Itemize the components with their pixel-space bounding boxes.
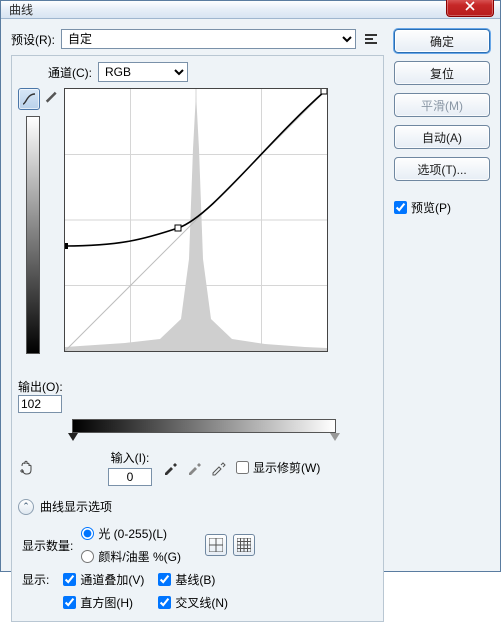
histogram-label: 直方图(H) <box>80 594 133 611</box>
auto-button[interactable]: 自动(A) <box>394 125 490 149</box>
pigment-radio-label: 颜料/油墨 %(G) <box>98 548 181 565</box>
channel-label: 通道(C): <box>48 64 92 81</box>
reset-button[interactable]: 复位 <box>394 61 490 85</box>
target-adjust-button[interactable] <box>18 457 36 478</box>
curves-panel: 通道(C): RGB <box>11 55 384 622</box>
options-button[interactable]: 选项(T)... <box>394 157 490 181</box>
channel-overlay-label: 通道叠加(V) <box>80 571 144 588</box>
curve-tool-icon <box>22 92 36 106</box>
input-label: 输入(I): <box>111 449 150 466</box>
intersection-label: 交叉线(N) <box>175 594 228 611</box>
histogram-checkbox[interactable] <box>63 596 76 609</box>
smooth-button[interactable]: 平滑(M) <box>394 93 490 117</box>
window-title: 曲线 <box>9 1 33 18</box>
curve-graph[interactable] <box>64 88 328 352</box>
show-amount-label: 显示数量: <box>22 537 73 554</box>
chevron-up-icon: ⌃ <box>22 501 30 512</box>
black-eyedropper-icon[interactable] <box>162 460 178 476</box>
channel-select[interactable]: RGB <box>98 62 188 82</box>
output-gradient[interactable] <box>26 116 40 354</box>
pencil-tool-button[interactable] <box>42 88 62 108</box>
baseline-label: 基线(B) <box>175 571 215 588</box>
close-icon <box>465 1 475 11</box>
ok-button[interactable]: 确定 <box>394 29 490 53</box>
show-clipping-label: 显示修剪(W) <box>253 459 320 476</box>
grid-fine-icon <box>237 538 251 552</box>
black-point-slider[interactable] <box>68 433 78 441</box>
preset-select[interactable]: 自定 <box>61 29 356 49</box>
preview-label: 预览(P) <box>411 199 451 216</box>
preview-checkbox[interactable] <box>394 201 407 214</box>
titlebar: 曲线 <box>1 1 500 19</box>
show-clipping-checkbox[interactable] <box>236 461 249 474</box>
curve-tool-button[interactable] <box>18 88 40 110</box>
pigment-radio[interactable] <box>81 550 94 563</box>
grid-coarse-button[interactable] <box>205 534 227 556</box>
grid-coarse-icon <box>209 538 223 552</box>
hand-icon <box>18 457 36 475</box>
intersection-checkbox[interactable] <box>158 596 171 609</box>
light-radio-label: 光 (0-255)(L) <box>98 525 167 542</box>
input-field[interactable] <box>108 468 152 486</box>
white-point-slider[interactable] <box>330 433 340 441</box>
show-label: 显示: <box>22 571 49 588</box>
output-field[interactable] <box>18 395 62 413</box>
input-gradient[interactable] <box>72 419 336 433</box>
grid-fine-button[interactable] <box>233 534 255 556</box>
output-label: 输出(O): <box>18 378 63 395</box>
preset-menu-icon[interactable] <box>362 29 384 49</box>
close-button[interactable] <box>446 0 494 17</box>
channel-overlay-checkbox[interactable] <box>63 573 76 586</box>
baseline-checkbox[interactable] <box>158 573 171 586</box>
white-eyedropper-icon[interactable] <box>210 460 226 476</box>
gray-eyedropper-icon[interactable] <box>186 460 202 476</box>
light-radio[interactable] <box>81 527 94 540</box>
preset-label: 预设(R): <box>11 31 55 48</box>
display-options-toggle[interactable]: ⌃ <box>18 499 34 515</box>
pencil-icon <box>45 91 59 105</box>
display-options-label: 曲线显示选项 <box>40 498 112 515</box>
